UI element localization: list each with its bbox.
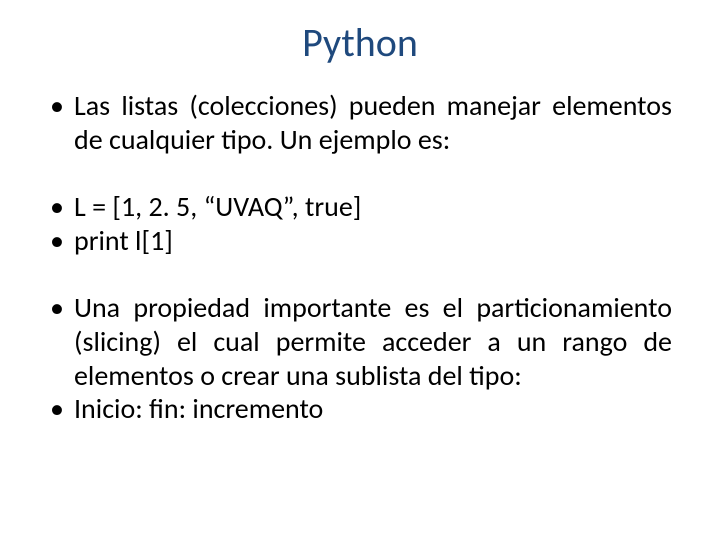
bullet-item: print l[1] bbox=[48, 224, 672, 258]
bullet-item: Inicio: fin: incremento bbox=[48, 392, 672, 426]
bullet-item: L = [1, 2. 5, “UVAQ”, true] bbox=[48, 190, 672, 224]
spacer bbox=[48, 156, 672, 190]
spacer bbox=[48, 257, 672, 291]
bullet-item: Una propiedad importante es el particion… bbox=[48, 291, 672, 392]
bullet-list: Las listas (colecciones) pueden manejar … bbox=[48, 89, 672, 426]
slide: Python Las listas (colecciones) pueden m… bbox=[0, 0, 720, 540]
slide-title: Python bbox=[48, 18, 672, 67]
bullet-item: Las listas (colecciones) pueden manejar … bbox=[48, 89, 672, 156]
